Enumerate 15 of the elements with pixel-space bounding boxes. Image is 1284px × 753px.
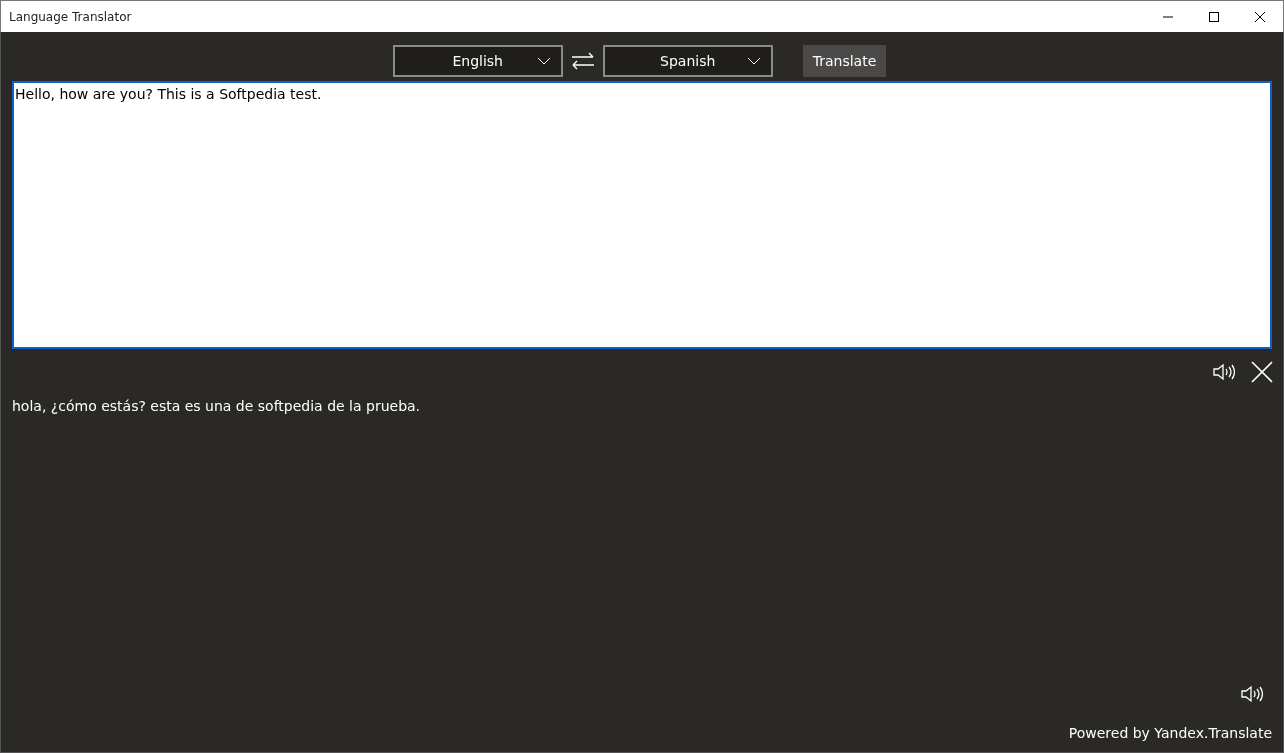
speaker-icon[interactable] bbox=[1213, 363, 1235, 381]
translate-button[interactable]: Translate bbox=[802, 45, 887, 77]
chevron-down-icon bbox=[536, 57, 551, 65]
translated-text: hola, ¿cómo estás? esta es una de softpedia de la prueba. bbox=[12, 397, 422, 416]
source-language-dropdown[interactable]: English bbox=[392, 45, 563, 77]
clear-icon[interactable] bbox=[1251, 361, 1273, 383]
speaker-icon[interactable] bbox=[1241, 685, 1263, 703]
powered-by-text: Powered by Yandex.Translate bbox=[1068, 724, 1272, 743]
window-title: Language Translator bbox=[9, 8, 133, 26]
swap-icon[interactable] bbox=[570, 52, 595, 70]
maximize-icon[interactable] bbox=[1209, 11, 1219, 22]
target-language-dropdown[interactable]: Spanish bbox=[602, 45, 773, 77]
close-icon[interactable] bbox=[1255, 11, 1265, 22]
chevron-down-icon bbox=[746, 57, 761, 65]
source-text-field[interactable]: Hello, how are you? This is a Softpedia test. bbox=[12, 81, 1272, 349]
